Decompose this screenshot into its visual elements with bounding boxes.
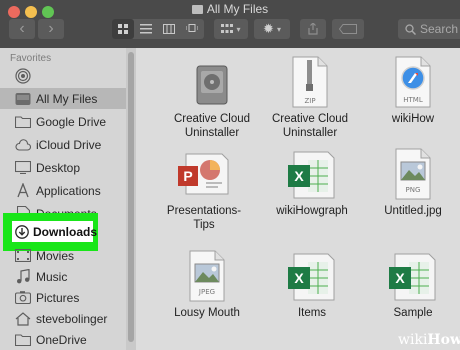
- share-icon: [308, 23, 318, 35]
- pictures-icon: [15, 290, 31, 306]
- file-item[interactable]: Creative Cloud Uninstaller: [162, 48, 262, 140]
- png-file-icon: PNG: [395, 148, 431, 200]
- zip-file-icon: ZIP: [292, 56, 328, 108]
- file-item[interactable]: P Presentations- Tips: [154, 140, 254, 232]
- toolbar: All My Files ‹ › ▾ ✹ ▾ Search: [0, 0, 460, 48]
- folder-icon: [191, 5, 203, 14]
- chevron-down-icon: ▾: [276, 24, 281, 34]
- sidebar-item-google-drive[interactable]: Google Drive: [0, 111, 126, 132]
- svg-text:X: X: [294, 270, 304, 286]
- svg-text:HTML: HTML: [403, 96, 423, 104]
- sidebar-item-applications[interactable]: Applications: [0, 180, 126, 201]
- list-view-button[interactable]: [135, 19, 157, 39]
- downloads-icon: [15, 224, 29, 239]
- sidebar-section-header: Favorites: [10, 53, 52, 64]
- cover-flow-icon: [186, 24, 198, 32]
- sidebar-item-icloud-drive[interactable]: iCloud Drive: [0, 134, 126, 155]
- forward-button[interactable]: ›: [38, 19, 64, 39]
- search-field[interactable]: Search: [398, 19, 460, 39]
- sidebar-item-all-my-files[interactable]: All My Files: [0, 88, 126, 109]
- svg-text:X: X: [395, 270, 405, 286]
- search-icon: [405, 23, 416, 35]
- jpeg-file-icon: JPEG: [189, 250, 225, 302]
- movies-icon: [15, 248, 31, 264]
- wikihow-watermark: wikiHow: [398, 332, 460, 348]
- sidebar-item-downloads[interactable]: Downloads: [12, 221, 97, 242]
- applications-icon: [15, 183, 31, 199]
- columns-icon: [163, 24, 175, 34]
- sidebar-item-movies[interactable]: Movies: [0, 245, 126, 266]
- tag-button[interactable]: [332, 19, 364, 39]
- app-installer-icon: [196, 65, 228, 105]
- sidebar-item-airdrop[interactable]: [0, 65, 126, 86]
- sidebar-scrollbar-thumb[interactable]: [128, 52, 134, 342]
- back-button[interactable]: ‹: [9, 19, 35, 39]
- excel-file-icon: X: [288, 253, 335, 301]
- home-icon: [15, 311, 31, 327]
- share-button[interactable]: [300, 19, 326, 39]
- svg-text:JPEG: JPEG: [198, 288, 215, 296]
- file-item[interactable]: PNG Untitled.jpg: [363, 140, 460, 218]
- music-icon: [15, 269, 31, 285]
- file-item[interactable]: X wikiHowgraph: [262, 140, 362, 218]
- sidebar-item-onedrive[interactable]: OneDrive: [0, 329, 126, 350]
- sidebar-item-desktop[interactable]: Desktop: [0, 157, 126, 178]
- grid-icon: [117, 23, 128, 34]
- airdrop-icon: [15, 67, 31, 84]
- all-files-icon: [15, 91, 31, 107]
- svg-text:ZIP: ZIP: [304, 97, 315, 105]
- search-placeholder: Search: [420, 22, 459, 36]
- list-icon: [140, 24, 152, 34]
- arrange-grid-icon: [221, 24, 234, 33]
- html-file-icon: HTML: [395, 56, 431, 108]
- file-item[interactable]: JPEG Lousy Mouth: [157, 242, 257, 320]
- action-button[interactable]: ✹ ▾: [254, 19, 290, 39]
- file-item[interactable]: HTML wikiHow: [363, 48, 460, 126]
- svg-text:PNG: PNG: [406, 186, 421, 194]
- gear-icon: ✹: [263, 21, 274, 36]
- svg-text:P: P: [183, 168, 192, 184]
- presentation-file-icon: P: [178, 153, 229, 195]
- icon-view-button[interactable]: [112, 19, 134, 39]
- excel-file-icon: X: [389, 253, 436, 301]
- view-mode-control: [112, 19, 204, 39]
- file-item[interactable]: X Items: [262, 242, 362, 320]
- folder-icon: [15, 114, 31, 130]
- chevron-down-icon: ▾: [236, 24, 241, 34]
- sidebar-item-music[interactable]: Music: [0, 266, 126, 287]
- arrange-button[interactable]: ▾: [214, 19, 248, 39]
- sidebar-item-stevebolinger[interactable]: stevebolinger: [0, 308, 126, 329]
- svg-text:X: X: [294, 168, 304, 184]
- finder-window: All My Files ‹ › ▾ ✹ ▾ Search Favorites …: [0, 0, 460, 350]
- sidebar-item-pictures[interactable]: Pictures: [0, 287, 126, 308]
- tag-icon: [339, 24, 357, 34]
- desktop-icon: [15, 160, 31, 176]
- window-title: All My Files: [0, 2, 460, 16]
- file-item[interactable]: ZIP Creative Cloud Uninstaller: [260, 48, 360, 140]
- cloud-icon: [15, 137, 31, 153]
- cover-flow-button[interactable]: [181, 19, 203, 39]
- column-view-button[interactable]: [158, 19, 180, 39]
- excel-file-icon: X: [288, 151, 335, 199]
- file-item[interactable]: X Sample: [363, 242, 460, 320]
- folder-icon: [15, 332, 31, 348]
